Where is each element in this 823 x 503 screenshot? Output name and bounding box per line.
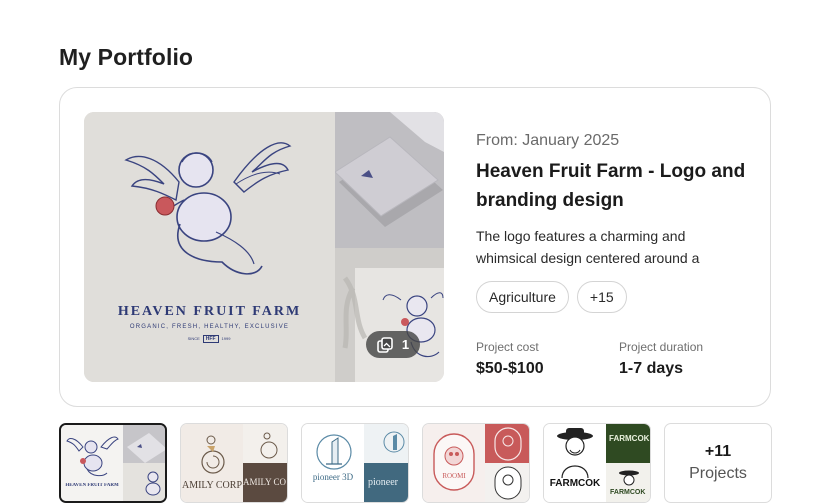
business-card-mockup bbox=[334, 112, 444, 248]
gallery-icon bbox=[377, 336, 393, 353]
thumbnail-caption: pioneer bbox=[368, 477, 398, 488]
project-thumbnail[interactable]: AMILY CORP AMILY CO bbox=[180, 423, 288, 503]
brand-mark-left: SINCE bbox=[187, 336, 200, 341]
brand-tagline: ORGANIC, FRESH, HEALTHY, EXCLUSIVE bbox=[129, 324, 290, 330]
project-duration-value: 1-7 days bbox=[619, 360, 684, 377]
thumbnail-caption: FARMCOK bbox=[549, 478, 601, 489]
image-count: 1 bbox=[401, 337, 410, 352]
brand-mark: SINCE HFF 1999 bbox=[187, 334, 231, 343]
thumbnail-caption: pioneer 3D bbox=[312, 472, 354, 482]
thumbnail-caption: FARMCOK bbox=[610, 489, 646, 496]
thumbnail-caption: ROOMI bbox=[442, 472, 466, 480]
project-thumbnails: HEAVEN FRUIT FARM AMILY CORP AMILY CO pi… bbox=[59, 423, 772, 503]
tag-more[interactable]: +15 bbox=[576, 281, 627, 313]
tag-agriculture[interactable]: Agriculture bbox=[476, 281, 569, 313]
thumbnail-caption: AMILY CORP bbox=[181, 480, 243, 491]
more-projects-count: +11 bbox=[704, 443, 732, 460]
thumbnail-caption: HEAVEN FRUIT FARM bbox=[65, 483, 119, 488]
project-date: From: January 2025 bbox=[476, 132, 620, 149]
project-duration-label: Project duration bbox=[619, 340, 704, 354]
image-count-badge[interactable]: 1 bbox=[366, 331, 420, 358]
project-tags: Agriculture +15 bbox=[476, 281, 627, 313]
brand-name: HEAVEN FRUIT FARM bbox=[117, 304, 302, 319]
project-title[interactable]: Heaven Fruit Farm - Logo and branding de… bbox=[476, 157, 746, 215]
project-hero-image[interactable]: HEAVEN FRUIT FARM ORGANIC, FRESH, HEALTH… bbox=[84, 112, 444, 382]
brand-mark-center: HFF bbox=[202, 334, 219, 343]
project-thumbnail[interactable]: HEAVEN FRUIT FARM bbox=[59, 423, 167, 503]
project-thumbnail[interactable]: ROOMI bbox=[422, 423, 530, 503]
thumbnail-caption: AMILY CO bbox=[243, 477, 287, 487]
page-title: My Portfolio bbox=[59, 44, 194, 70]
tote-mockup bbox=[335, 248, 444, 382]
project-description: The logo features a charming and whimsic… bbox=[476, 228, 700, 266]
project-thumbnail[interactable]: FARMCOK FARMCOK FARMCOK bbox=[543, 423, 651, 503]
more-projects-button[interactable]: +11 Projects bbox=[664, 423, 772, 503]
thumbnail-caption: FARMCOK bbox=[609, 434, 650, 443]
project-cost-value: $50-$100 bbox=[476, 360, 544, 377]
project-cost-label: Project cost bbox=[476, 340, 539, 354]
cherub-illustration bbox=[124, 142, 292, 275]
logo-preview: HEAVEN FRUIT FARM ORGANIC, FRESH, HEALTH… bbox=[84, 112, 335, 382]
project-thumbnail[interactable]: pioneer 3D pioneer bbox=[301, 423, 409, 503]
featured-project-card[interactable]: HEAVEN FRUIT FARM ORGANIC, FRESH, HEALTH… bbox=[59, 87, 771, 407]
brand-mark-right: 1999 bbox=[221, 336, 231, 341]
more-projects-label: Projects bbox=[689, 465, 747, 482]
